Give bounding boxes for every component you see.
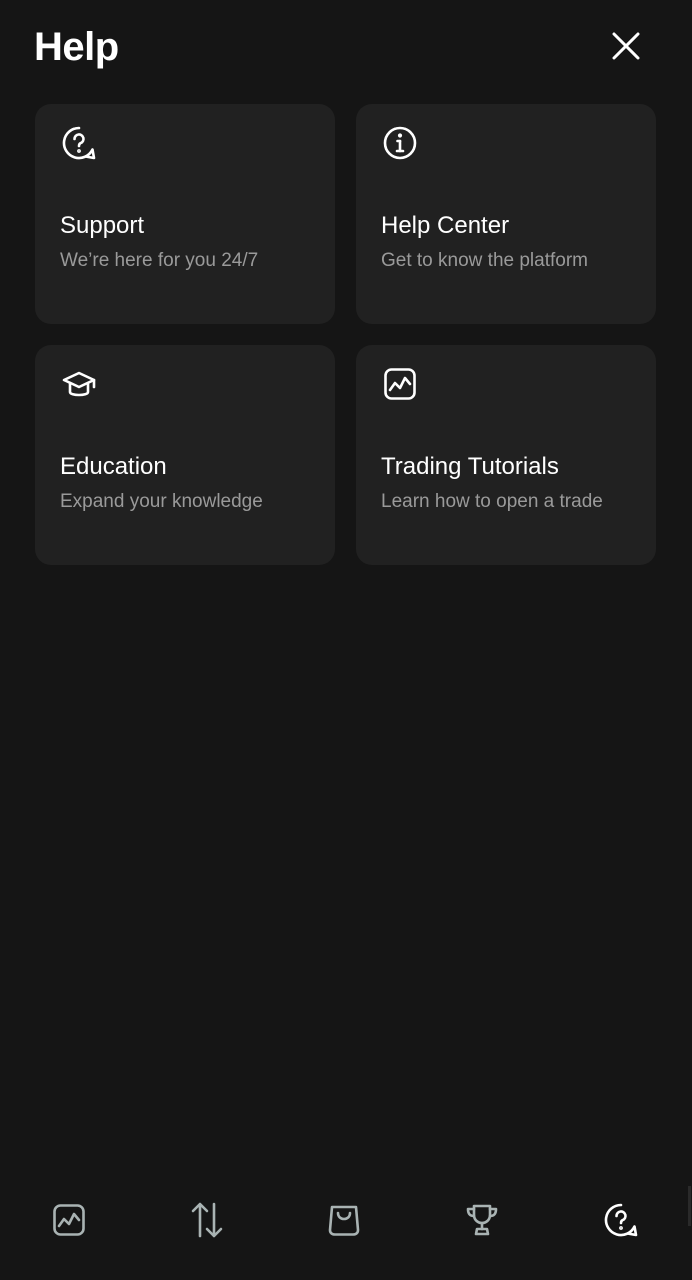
help-center-subtitle: Get to know the platform	[381, 250, 588, 271]
chart-icon	[381, 365, 419, 403]
nav-item-shop[interactable]	[309, 1180, 379, 1260]
info-icon	[381, 124, 419, 162]
trading-tutorials-card[interactable]: Trading Tutorials Learn how to open a tr…	[356, 345, 656, 565]
close-icon	[612, 32, 640, 60]
question-bubble-icon	[604, 1203, 638, 1237]
nav-item-chart[interactable]	[34, 1180, 104, 1260]
education-subtitle: Expand your knowledge	[60, 491, 263, 512]
help-center-title: Help Center	[381, 212, 510, 239]
sort-arrows-icon	[191, 1202, 223, 1238]
graduation-cap-icon	[60, 365, 98, 403]
chart-icon	[53, 1204, 85, 1236]
nav-item-help[interactable]	[586, 1180, 656, 1260]
nav-item-trades[interactable]	[172, 1180, 242, 1260]
trading-tutorials-title: Trading Tutorials	[381, 453, 559, 480]
page-title: Help	[34, 25, 119, 69]
support-card[interactable]: Support We’re here for you 24/7	[35, 104, 335, 324]
shopping-bag-icon	[328, 1205, 360, 1236]
trophy-icon	[466, 1204, 498, 1236]
support-title: Support	[60, 212, 145, 239]
close-button[interactable]	[604, 24, 648, 68]
bottom-nav	[0, 1180, 692, 1260]
question-bubble-icon	[60, 124, 98, 162]
education-title: Education	[60, 453, 167, 480]
help-center-card[interactable]: Help Center Get to know the platform	[356, 104, 656, 324]
scroll-marker	[688, 1186, 691, 1226]
education-card[interactable]: Education Expand your knowledge	[35, 345, 335, 565]
trading-tutorials-subtitle: Learn how to open a trade	[381, 491, 603, 512]
help-cards: Support We’re here for you 24/7 Help Cen…	[35, 104, 657, 565]
support-subtitle: We’re here for you 24/7	[60, 250, 259, 271]
nav-item-tournaments[interactable]	[447, 1180, 517, 1260]
